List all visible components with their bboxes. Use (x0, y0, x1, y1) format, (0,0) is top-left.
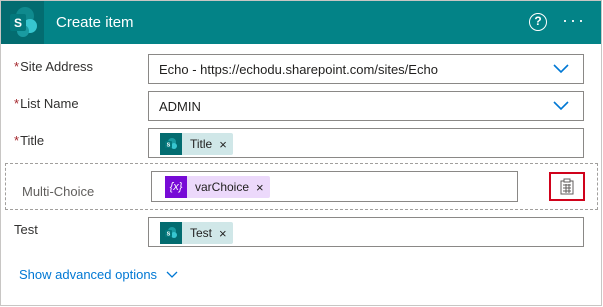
multi-choice-input[interactable]: {x} varChoice × (151, 171, 518, 202)
sharepoint-icon: S (160, 133, 182, 155)
multi-choice-label: Multi-Choice (22, 184, 95, 199)
chevron-down-icon (553, 101, 569, 111)
test-input[interactable]: S Test × (148, 217, 584, 247)
site-address-dropdown[interactable]: Echo - https://echodu.sharepoint.com/sit… (148, 54, 584, 84)
remove-token-icon[interactable]: × (256, 181, 264, 194)
action-header[interactable]: S Create item ? ··· (1, 1, 601, 44)
chevron-down-icon (166, 271, 178, 278)
required-marker: * (14, 133, 20, 148)
required-marker: * (14, 59, 20, 74)
create-item-card: S Create item ? ··· *Site Address Echo -… (0, 0, 602, 306)
show-advanced-options-label: Show advanced options (19, 267, 158, 282)
svg-text:S: S (167, 232, 171, 238)
remove-token-icon[interactable]: × (219, 227, 227, 240)
show-advanced-options-link[interactable]: Show advanced options (19, 267, 178, 282)
more-options-icon[interactable]: ··· (562, 11, 586, 29)
title-input[interactable]: S Title × (148, 128, 584, 158)
varchoice-dynamic-token[interactable]: {x} varChoice × (165, 176, 270, 198)
remove-token-icon[interactable]: × (219, 138, 227, 151)
list-name-value: ADMIN (159, 99, 201, 114)
test-label: Test (14, 222, 38, 237)
switch-to-input-array-icon[interactable] (549, 172, 585, 201)
help-icon[interactable]: ? (529, 13, 547, 31)
action-title: Create item (56, 14, 134, 31)
token-label: Title (190, 137, 213, 151)
title-label: *Title (14, 133, 44, 148)
title-dynamic-token[interactable]: S Title × (160, 133, 233, 155)
site-address-label-text: Site Address (20, 59, 94, 74)
sharepoint-icon: S (160, 222, 182, 244)
list-name-dropdown[interactable]: ADMIN (148, 91, 584, 121)
chevron-down-icon (553, 64, 569, 74)
sharepoint-logo-icon: S (1, 1, 44, 44)
token-label: Test (190, 226, 213, 240)
list-name-label-text: List Name (20, 96, 79, 111)
test-dynamic-token[interactable]: S Test × (160, 222, 233, 244)
site-address-label: *Site Address (14, 59, 93, 74)
site-address-value: Echo - https://echodu.sharepoint.com/sit… (159, 62, 438, 77)
required-marker: * (14, 96, 20, 111)
title-label-text: Title (20, 133, 45, 148)
svg-text:S: S (167, 143, 171, 149)
list-name-label: *List Name (14, 96, 79, 111)
svg-text:S: S (14, 16, 22, 30)
token-label: varChoice (195, 180, 250, 194)
variable-icon: {x} (165, 176, 187, 198)
